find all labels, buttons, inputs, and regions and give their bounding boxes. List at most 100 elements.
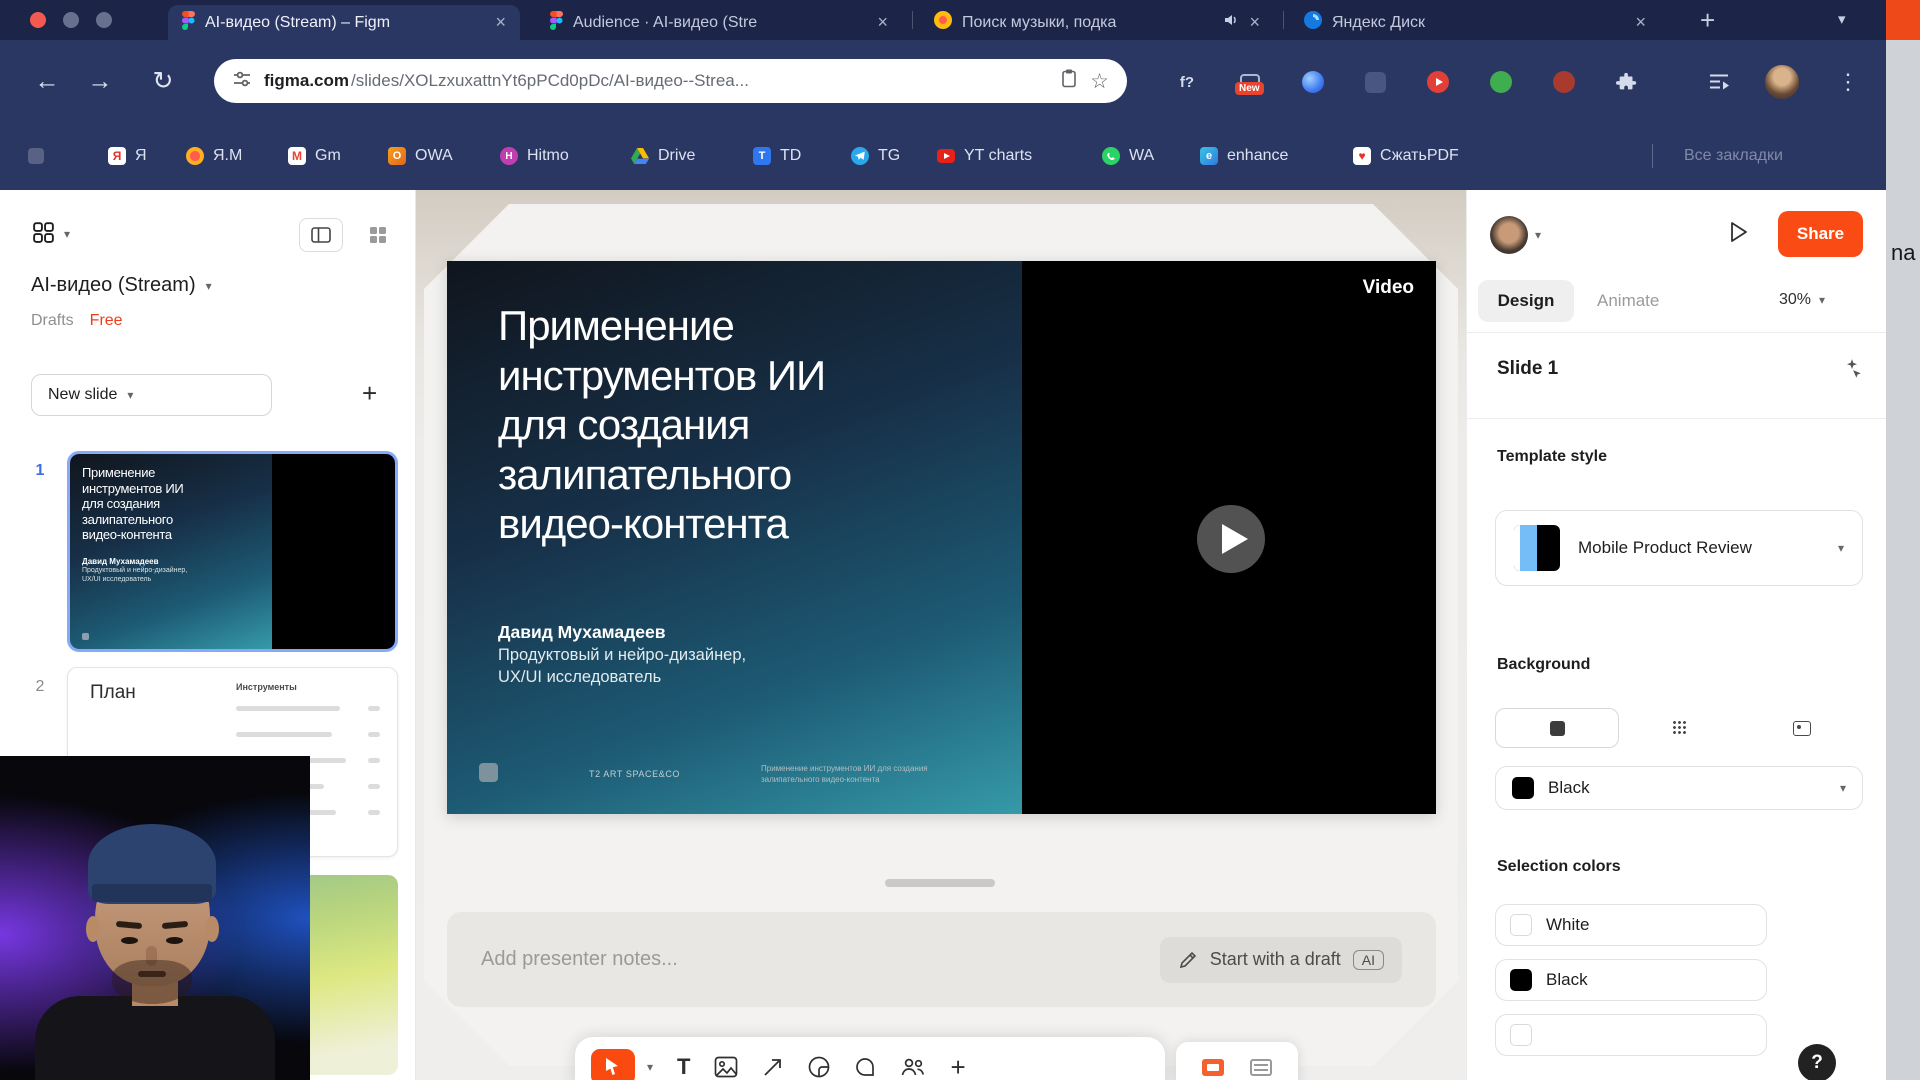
slide-author-block[interactable]: Давид Мухамадеев Продуктовый и нейро-диз… [498,621,746,688]
slide-title-text[interactable]: Применениеинструментов ИИдля созданиязал… [498,301,825,549]
share-button[interactable]: Share [1778,211,1863,257]
notes-placeholder[interactable]: Add presenter notes... [481,948,678,971]
extension-globe-icon[interactable] [1295,64,1331,100]
minimize-window-button[interactable] [63,12,79,28]
profile-avatar[interactable] [1764,64,1800,100]
tab-figma-audience[interactable]: Audience · AI-видео (Stre × [536,5,902,40]
bookmark-yandex-music[interactable]: Я.М [186,147,242,165]
close-tab-icon[interactable]: × [877,12,888,33]
start-draft-button[interactable]: Start with a draft AI [1160,937,1402,983]
slide-1-thumbnail[interactable]: Применениеинструментов ИИдля созданиязал… [67,451,398,652]
comment-tool-icon[interactable] [854,1056,876,1078]
bookmark-yt-charts[interactable]: YT charts [937,147,1032,165]
bookmark-hitmo[interactable]: HHitmo [500,147,569,165]
current-slide[interactable]: Video Применениеинструментов ИИдля созда… [447,261,1436,814]
extension-dark-icon[interactable] [1357,64,1393,100]
ai-edit-icon[interactable] [1841,358,1863,385]
audience-tool-icon[interactable] [900,1057,926,1077]
tab-animate[interactable]: Animate [1597,291,1659,311]
grid-view-toggle[interactable] [356,218,400,252]
tab-search-chevron-icon[interactable]: ▾ [1838,10,1846,28]
bookmark-gmail[interactable]: MGm [288,147,341,165]
close-window-button[interactable] [30,12,46,28]
bookmark-star-icon[interactable]: ☆ [1090,71,1109,92]
selection-color-white[interactable]: White [1495,904,1767,946]
tab-figma-file[interactable]: AI-видео (Stream) – Figm × [168,5,520,40]
main-menu-chevron-icon[interactable]: ▾ [64,227,70,241]
browser-menu-kebab-icon[interactable]: ⋮ [1830,64,1866,100]
shape-tool-icon[interactable] [762,1056,784,1078]
media-queue-icon[interactable] [1701,64,1737,100]
address-bar[interactable]: figma.com /slides/XOLzxuxattnYt6pPCd0pDc… [214,59,1127,103]
bookmark-compress-pdf[interactable]: ♥СжатьPDF [1353,147,1459,165]
all-bookmarks[interactable]: Все закладки [1684,147,1783,165]
slide-2-number: 2 [28,678,52,696]
bookmark-yandex[interactable]: ЯЯ [108,147,147,165]
bookmark-telegram[interactable]: TG [851,147,900,165]
new-tab-button[interactable]: + [1700,5,1715,36]
clipboard-icon[interactable] [1060,68,1078,94]
slide-footer-caption[interactable]: Применение инструментов ИИ для созданияз… [761,764,928,785]
text-tool[interactable]: T [677,1054,690,1080]
bg-solid-segment[interactable] [1495,708,1619,748]
bg-halftone-segment[interactable] [1619,708,1741,748]
bookmark-whatsapp[interactable]: WA [1102,147,1154,165]
sticker-tool-icon[interactable] [808,1056,830,1078]
extension-video-icon[interactable] [1420,64,1456,100]
account-avatar[interactable] [1490,216,1528,254]
bookmark-owa[interactable]: OOWA [388,147,453,165]
slide-footer-brand[interactable]: T2 ART SPACE&CO [589,769,680,779]
grid-slide-view-icon[interactable] [1250,1059,1272,1076]
present-play-button[interactable] [1729,220,1749,249]
plan-badge[interactable]: Free [90,312,123,330]
tool-chevron-icon[interactable]: ▾ [647,1060,653,1074]
background-color-select[interactable]: Black ▾ [1495,766,1863,810]
add-slide-plus-button[interactable]: + [362,378,377,409]
bg-image-segment[interactable] [1741,708,1863,748]
back-button[interactable]: ← [28,62,66,100]
help-button[interactable]: ? [1798,1044,1836,1080]
close-tab-icon[interactable]: × [495,12,506,33]
extension-fontanello-icon[interactable]: f? [1169,64,1205,100]
add-tool-plus-icon[interactable]: + [950,1052,965,1080]
bookmark-drive[interactable]: Drive [631,147,695,165]
figma-slides-menu[interactable] [31,220,56,250]
forward-button[interactable]: → [81,62,119,100]
zoom-control[interactable]: 30%▾ [1779,291,1825,309]
new-slide-button[interactable]: New slide ▾ [31,374,272,416]
video-play-button[interactable] [1197,505,1265,573]
file-location[interactable]: Drafts [31,312,74,330]
single-slide-view-icon[interactable] [1202,1059,1224,1076]
site-info-icon[interactable] [232,69,252,94]
selection-color-black[interactable]: Black [1495,959,1767,1001]
close-tab-icon[interactable]: × [1635,12,1646,33]
image-tool-icon[interactable] [714,1056,738,1078]
tab-music-search[interactable]: Поиск музыки, подка × [920,5,1274,40]
extension-maroon-icon[interactable] [1546,64,1582,100]
tab-separator [912,11,913,29]
bookmark-enhance[interactable]: eenhance [1200,147,1288,165]
close-tab-icon[interactable]: × [1249,12,1260,33]
extension-green-icon[interactable] [1483,64,1519,100]
template-style-select[interactable]: Mobile Product Review ▾ [1495,510,1863,586]
person-eye [166,937,183,944]
select-tool-button[interactable] [591,1049,635,1080]
zoom-window-button[interactable] [96,12,112,28]
bookmarks-folder-icon[interactable] [28,148,44,164]
tab-audio-icon[interactable] [1223,12,1239,33]
extensions-puzzle-icon[interactable] [1609,64,1645,100]
tab-design[interactable]: Design [1478,280,1574,322]
extension-new-icon[interactable]: New [1232,64,1268,100]
tab-yandex-disk[interactable]: Яндекс Диск × [1290,5,1660,40]
ai-chip: AI [1353,950,1384,970]
file-title-row[interactable]: AI-видео (Stream) ▾ [31,274,212,297]
slides-canvas[interactable]: Video Применениеинструментов ИИдля созда… [416,190,1466,1080]
presenter-notes-bar[interactable]: Add presenter notes... Start with a draf… [447,912,1436,1007]
bookmark-td[interactable]: TTD [753,147,801,165]
account-chevron-icon[interactable]: ▾ [1535,228,1541,242]
reload-button[interactable]: ↻ [144,62,182,100]
canvas-scrollbar[interactable] [885,879,995,887]
slide-logo-square[interactable] [479,763,498,782]
selection-color-row[interactable] [1495,1014,1767,1056]
list-view-toggle[interactable] [299,218,343,252]
